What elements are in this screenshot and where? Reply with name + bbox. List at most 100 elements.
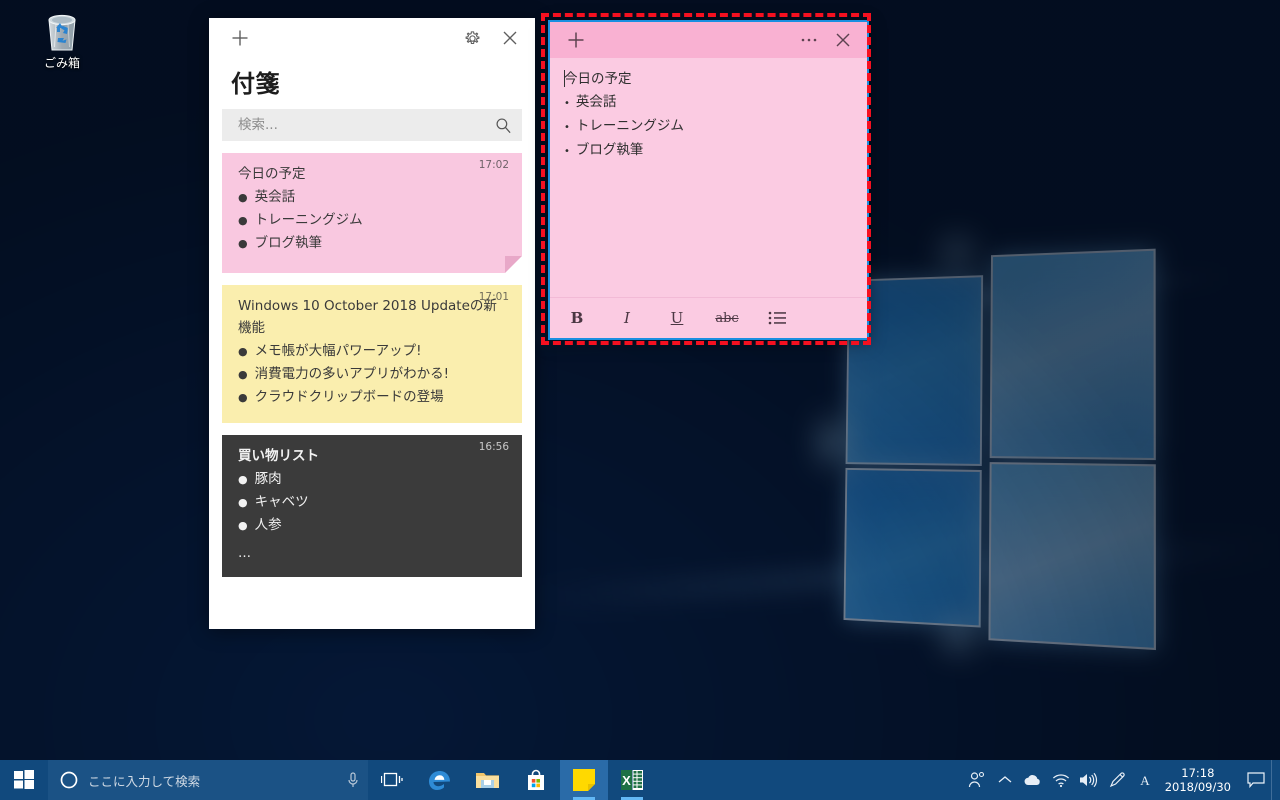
settings-button[interactable] [455, 23, 489, 53]
note-list-item: ● ブログ執筆 [238, 232, 506, 255]
store-bag-icon [528, 769, 544, 790]
note-item-text: 人参 [254, 517, 282, 533]
speaker-icon [1080, 772, 1098, 788]
bullet-icon: ● [238, 214, 248, 227]
action-center-button[interactable] [1241, 760, 1271, 800]
note-list-item: ● トレーニングジム [238, 209, 506, 232]
excel-icon: X [621, 770, 643, 790]
ime-a-icon: A [1140, 773, 1150, 788]
taskbar-edge-button[interactable] [416, 760, 464, 800]
tray-show-hidden-icons-button[interactable] [991, 760, 1019, 800]
note-item-text: トレーニングジム [254, 212, 363, 228]
note-item-text: メモ帳が大幅パワーアップ! [254, 343, 422, 359]
chevron-up-icon [998, 776, 1012, 783]
tray-onedrive-button[interactable] [1019, 760, 1047, 800]
taskbar-task-view-button[interactable] [368, 760, 416, 800]
note-title: 今日の予定 [238, 166, 306, 182]
notes-card-list: 17:02 今日の予定 ● 英会話 ● トレーニングジム ● ブログ執筆 17:01 … [209, 153, 535, 577]
taskbar-microsoft-store-button[interactable] [512, 760, 560, 800]
bullet-icon: ● [238, 391, 248, 404]
notes-list-window-controls [455, 23, 527, 53]
search-field[interactable] [222, 109, 522, 141]
bullet-icon: • [564, 146, 570, 157]
note-timestamp: 16:56 [478, 441, 509, 453]
pen-icon [1109, 772, 1125, 788]
note-card-yellow[interactable]: 17:01 Windows 10 October 2018 Updateの新機能… [222, 285, 522, 423]
logo-pane-2 [989, 248, 1156, 461]
start-button[interactable] [0, 760, 48, 800]
note-card-pink[interactable]: 17:02 今日の予定 ● 英会話 ● トレーニングジム ● ブログ執筆 [222, 153, 522, 273]
search-input[interactable] [236, 116, 495, 134]
italic-button[interactable]: I [612, 304, 642, 332]
tray-people-button[interactable] [963, 760, 991, 800]
svg-text:X: X [622, 773, 631, 788]
tray-ime-mode-button[interactable]: A [1131, 760, 1159, 800]
taskbar-search-box[interactable]: ここに入力して検索 [48, 760, 368, 800]
sticky-note-list-item: • 英会話 [564, 91, 855, 115]
sticky-note-list-item: • ブログ執筆 [564, 139, 855, 163]
taskbar-excel-button[interactable]: X [608, 760, 656, 800]
wallpaper-light-beam-2 [520, 533, 1280, 613]
bullet-icon: ● [238, 496, 248, 509]
note-card-dark[interactable]: 16:56 買い物リスト ● 豚肉 ● キャベツ ● 人参 … [222, 435, 522, 577]
taskbar-sticky-notes-button[interactable] [560, 760, 608, 800]
strikethrough-button[interactable]: abc [712, 304, 742, 332]
bold-button[interactable]: B [562, 304, 592, 332]
taskbar-file-explorer-button[interactable] [464, 760, 512, 800]
note-list-item: ● 消費電力の多いアプリがわかる! [238, 363, 506, 386]
recycle-bin-label: ごみ箱 [43, 56, 80, 70]
cortana-circle-icon [60, 771, 78, 789]
plus-icon [232, 30, 248, 46]
plus-icon [568, 32, 584, 48]
desktop-icon-recycle-bin[interactable]: ごみ箱 [24, 8, 100, 71]
recycle-bin-icon [48, 14, 76, 51]
new-note-button[interactable] [223, 23, 257, 53]
sticky-note-text-area[interactable]: 今日の予定 • 英会話 • トレーニングジム • ブログ執筆 [550, 58, 867, 297]
sticky-note-item-text: 英会話 [575, 94, 617, 110]
task-view-icon [381, 772, 403, 787]
bullet-icon: ● [238, 473, 248, 486]
sticky-note-item-text: トレーニングジム [575, 118, 684, 134]
tray-network-button[interactable] [1047, 760, 1075, 800]
notes-list-titlebar [209, 18, 535, 58]
underline-button[interactable]: U [662, 304, 692, 332]
taskbar-clock[interactable]: 17:18 2018/09/30 [1159, 760, 1241, 800]
note-fold-corner [505, 256, 522, 273]
sticky-note-new-button[interactable] [560, 26, 592, 54]
wallpaper-glow-2 [944, 622, 974, 648]
ellipsis-icon [801, 38, 817, 42]
notification-icon [1247, 772, 1265, 788]
bullet-icon: ● [238, 345, 248, 358]
logo-pane-4 [988, 462, 1156, 651]
bullet-icon: • [564, 122, 570, 133]
sticky-note-close-button[interactable] [827, 26, 859, 54]
close-button[interactable] [493, 23, 527, 53]
bullet-icon: ● [238, 368, 248, 381]
logo-pane-3 [843, 467, 982, 628]
bullet-icon: ● [238, 191, 248, 204]
sticky-note-title-line: 今日の予定 [564, 71, 632, 87]
sticky-note-list-item: • トレーニングジム [564, 115, 855, 139]
sticky-note-menu-button[interactable] [793, 26, 825, 54]
note-item-text: キャベツ [254, 494, 309, 510]
sticky-note-titlebar[interactable] [550, 22, 867, 58]
tray-pen-workspace-button[interactable] [1103, 760, 1131, 800]
note-list-item: ● キャベツ [238, 491, 506, 514]
edge-icon [429, 771, 450, 790]
tray-volume-button[interactable] [1075, 760, 1103, 800]
note-item-text: クラウドクリップボードの登場 [254, 389, 444, 405]
folder-icon [476, 773, 499, 788]
bullet-icon: • [564, 98, 570, 109]
microphone-icon[interactable] [346, 771, 360, 789]
wallpaper-glow-1 [944, 240, 970, 266]
bullet-list-button[interactable] [762, 304, 792, 332]
clock-date: 2018/09/30 [1164, 780, 1231, 794]
note-item-text: 消費電力の多いアプリがわかる! [254, 366, 450, 382]
note-timestamp: 17:01 [478, 291, 509, 303]
close-icon [836, 33, 850, 47]
note-item-text: 英会話 [254, 189, 296, 205]
note-list-item: ● クラウドクリップボードの登場 [238, 386, 506, 409]
show-desktop-button[interactable] [1271, 760, 1278, 800]
note-item-text: ブログ執筆 [254, 235, 323, 251]
cloud-icon [1024, 775, 1040, 785]
